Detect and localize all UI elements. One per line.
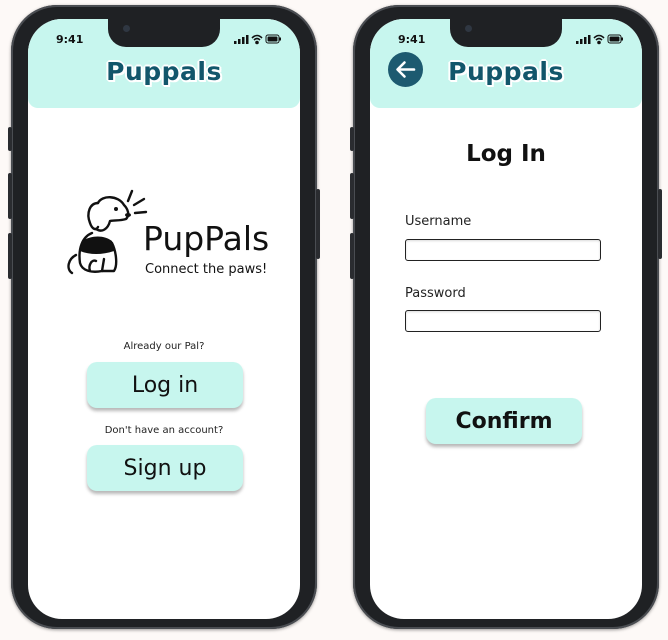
battery-icon [607, 34, 623, 44]
login-screen: 9:41 Puppals Log In Username Password Co… [370, 19, 642, 619]
mute-switch [8, 127, 12, 151]
logo-initial: P [106, 57, 125, 86]
page-title: Log In [466, 141, 546, 167]
notch [108, 19, 220, 47]
username-label: Username [405, 214, 472, 229]
status-icons [576, 34, 623, 45]
dog-logo-icon [67, 189, 148, 275]
app-logo: Puppals [370, 57, 642, 86]
signal-icon [234, 35, 249, 44]
status-time: 9:41 [398, 33, 426, 46]
login-prompt: Already our Pal? [123, 341, 205, 352]
logo-text: uppals [466, 57, 564, 86]
phone-welcome: 9:41 Puppals PupPals Connect the paws! A… [8, 5, 320, 629]
welcome-screen: 9:41 Puppals PupPals Connect the paws! A… [28, 19, 300, 619]
power-button [316, 189, 320, 259]
brand-name: PupPals [143, 219, 270, 258]
app-header: 9:41 Puppals [28, 19, 300, 108]
wifi-icon [251, 34, 263, 45]
password-field[interactable] [405, 310, 601, 332]
camera [465, 25, 472, 32]
volume-down-button [350, 233, 354, 279]
wifi-icon [593, 34, 605, 45]
signal-icon [576, 35, 591, 44]
signup-button[interactable]: Sign up [87, 445, 243, 491]
logo-text: uppals [124, 57, 222, 86]
mute-switch [350, 127, 354, 151]
password-label: Password [405, 286, 466, 301]
volume-up-button [8, 173, 12, 219]
notch [450, 19, 562, 47]
camera [123, 25, 130, 32]
login-button[interactable]: Log in [87, 362, 243, 408]
phone-login: 9:41 Puppals Log In Username Password Co… [350, 5, 662, 629]
logo-initial: P [448, 57, 467, 86]
app-header: 9:41 Puppals [370, 19, 642, 108]
status-time: 9:41 [56, 33, 84, 46]
volume-down-button [8, 233, 12, 279]
brand-tagline: Connect the paws! [145, 262, 268, 277]
battery-icon [265, 34, 281, 44]
username-field[interactable] [405, 239, 601, 261]
signup-prompt: Don't have an account? [104, 425, 224, 436]
volume-up-button [350, 173, 354, 219]
status-icons [234, 34, 281, 45]
confirm-button[interactable]: Confirm [426, 398, 582, 444]
app-logo: Puppals [28, 57, 300, 86]
power-button [658, 189, 662, 259]
